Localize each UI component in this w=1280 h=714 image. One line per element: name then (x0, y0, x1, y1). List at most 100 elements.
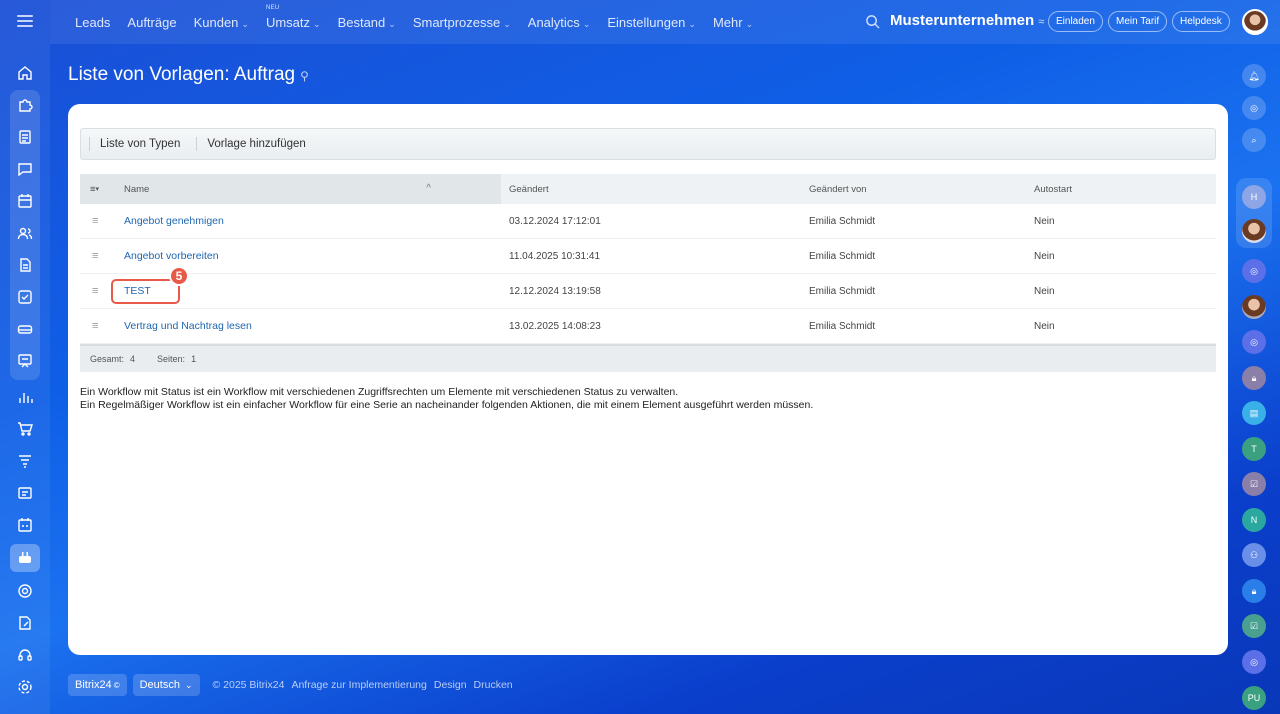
cell-autostart: Nein (1034, 250, 1055, 262)
table-row[interactable]: ≡ Angebot vorbereiten 11.04.2025 10:31:4… (80, 239, 1216, 274)
cell-changed: 13.02.2025 14:08:23 (509, 320, 601, 332)
copilot-icon[interactable]: ◎ (1242, 330, 1266, 354)
footer-link-implementation[interactable]: Anfrage zur Implementierung (291, 679, 426, 691)
presentation-icon[interactable] (10, 347, 40, 375)
menu-icon[interactable] (17, 15, 33, 27)
search-icon[interactable] (865, 14, 880, 29)
document-icon[interactable] (10, 123, 40, 151)
invite-button[interactable]: Einladen (1048, 11, 1103, 32)
total-count: 4 (130, 354, 136, 364)
avatar[interactable]: T (1242, 437, 1266, 461)
cell-autostart: Nein (1034, 320, 1055, 332)
new-badge: NEU (265, 4, 280, 11)
home-icon[interactable] (10, 59, 40, 87)
edit-icon[interactable] (10, 609, 40, 637)
avatar[interactable]: PU (1242, 686, 1266, 710)
target-icon[interactable] (10, 577, 40, 605)
analytics-icon[interactable] (10, 383, 40, 411)
avatar[interactable]: N (1242, 508, 1266, 532)
nav-customers[interactable]: Kunden ⌄ (194, 15, 249, 30)
chevron-down-icon: ⌄ (582, 18, 591, 29)
planner-icon[interactable] (10, 511, 40, 539)
add-template-button[interactable]: Vorlage hinzufügen (196, 137, 315, 151)
copyright: © 2025 Bitrix24 (212, 679, 285, 691)
chevron-down-icon: ⌄ (745, 18, 754, 29)
pages-label: Seiten: (157, 354, 186, 364)
nav-stock[interactable]: Bestand ⌄ (338, 15, 396, 30)
template-link[interactable]: Angebot vorbereiten (124, 250, 219, 262)
robot-icon[interactable] (10, 544, 40, 572)
page-title: Liste von Vorlagen: Auftrag ⚲ (68, 64, 309, 85)
column-autostart[interactable]: Autostart (1026, 174, 1216, 204)
column-changed-by[interactable]: Geändert von (801, 174, 1026, 204)
brand-button[interactable]: Bitrix24 © (68, 674, 127, 696)
chevron-down-icon: ⌄ (688, 18, 696, 29)
cell-changed: 03.12.2024 17:12:01 (509, 215, 601, 227)
copilot-icon[interactable]: ◎ (1242, 96, 1266, 120)
file-icon[interactable] (10, 251, 40, 279)
column-changed[interactable]: Geändert (501, 174, 801, 204)
row-menu-icon[interactable]: ≡ (80, 215, 116, 227)
funnel-icon[interactable] (10, 447, 40, 475)
group-icon[interactable]: ⚇ (1242, 543, 1266, 567)
description-line: Ein Regelmäßiger Workflow ist ein einfac… (80, 399, 814, 411)
company-name[interactable]: Musterunternehmen ≈ (890, 12, 1044, 29)
calendar-icon[interactable] (10, 187, 40, 215)
nav-analytics[interactable]: Analytics ⌄ (528, 15, 591, 30)
nav-sales[interactable]: NEU Umsatz ⌄ (266, 5, 321, 30)
grid-header: ≡ ▾ Name ^ Geändert Geändert von Autostart (80, 174, 1216, 204)
chevron-down-icon: ⌄ (388, 18, 396, 29)
footer-link-print[interactable]: Drucken (474, 679, 513, 691)
template-link[interactable]: Angebot genehmigen (124, 215, 224, 227)
helpdesk-button[interactable]: Helpdesk (1172, 11, 1230, 32)
nav-settings[interactable]: Einstellungen ⌄ (607, 15, 696, 30)
lock-icon[interactable]: 🔒︎ (1242, 579, 1266, 603)
sort-asc-icon: ^ (426, 183, 431, 194)
nav-smart-processes[interactable]: Smartprozesse ⌄ (413, 15, 511, 30)
description-line: Ein Workflow mit Status ist ein Workflow… (80, 386, 679, 398)
column-settings-icon[interactable]: ≡ ▾ (80, 174, 116, 204)
footer-link-design[interactable]: Design (434, 679, 467, 691)
puzzle-icon[interactable] (10, 91, 40, 119)
settings-icon[interactable] (10, 673, 40, 701)
lock-icon[interactable]: 🔒︎ (1242, 366, 1266, 390)
main-card: Liste von Typen Vorlage hinzufügen ≡ ▾ Na… (68, 104, 1228, 655)
contacts-icon[interactable] (10, 219, 40, 247)
chevron-down-icon: ⌄ (503, 18, 511, 29)
row-menu-icon[interactable]: ≡ (80, 320, 116, 332)
main-nav: Leads Aufträge Kunden ⌄ NEU Umsatz ⌄ Bestan… (75, 0, 770, 44)
chevron-down-icon: ⌄ (313, 18, 321, 29)
headset-icon[interactable] (10, 641, 40, 669)
avatar[interactable] (1242, 9, 1268, 35)
language-select[interactable]: Deutsch ⌄ (132, 674, 200, 696)
table-row[interactable]: ≡ Vertrag und Nachtrag lesen 13.02.2025 … (80, 309, 1216, 344)
tasks-icon[interactable]: ☑ (1242, 472, 1266, 496)
nav-orders[interactable]: Aufträge (127, 15, 176, 30)
nav-leads[interactable]: Leads (75, 15, 110, 30)
copilot-icon[interactable]: ◎ (1242, 259, 1266, 283)
nav-more[interactable]: Mehr ⌄ (713, 15, 753, 30)
list-of-types-button[interactable]: Liste von Typen (89, 137, 190, 151)
my-plan-button[interactable]: Mein Tarif (1108, 11, 1168, 32)
template-link[interactable]: Vertrag und Nachtrag lesen (124, 320, 252, 332)
column-name[interactable]: Name ^ (116, 174, 501, 204)
chat-icon[interactable]: ▤ (1242, 401, 1266, 425)
cart-icon[interactable] (10, 415, 40, 443)
avatar[interactable]: H (1242, 185, 1266, 209)
avatar[interactable] (1242, 219, 1266, 243)
chat-icon[interactable] (10, 155, 40, 183)
avatar[interactable] (1242, 295, 1266, 319)
tasks-icon[interactable] (10, 283, 40, 311)
drive-icon[interactable] (10, 315, 40, 343)
bell-icon[interactable]: 🔔︎ (1242, 64, 1266, 88)
row-menu-icon[interactable]: ≡ (80, 250, 116, 262)
mail-icon[interactable] (10, 479, 40, 507)
pin-icon[interactable]: ⚲ (300, 69, 309, 83)
search-chat-icon[interactable]: ⌕ (1242, 128, 1266, 152)
table-row[interactable]: ≡ TEST 12.12.2024 13:19:58 Emilia Schmid… (80, 274, 1216, 309)
copilot-icon[interactable]: ◎ (1242, 650, 1266, 674)
cell-changed-by: Emilia Schmidt (809, 215, 876, 227)
table-row[interactable]: ≡ Angebot genehmigen 03.12.2024 17:12:01… (80, 204, 1216, 239)
tasks-icon[interactable]: ☑ (1242, 614, 1266, 638)
cell-changed-by: Emilia Schmidt (809, 320, 876, 332)
